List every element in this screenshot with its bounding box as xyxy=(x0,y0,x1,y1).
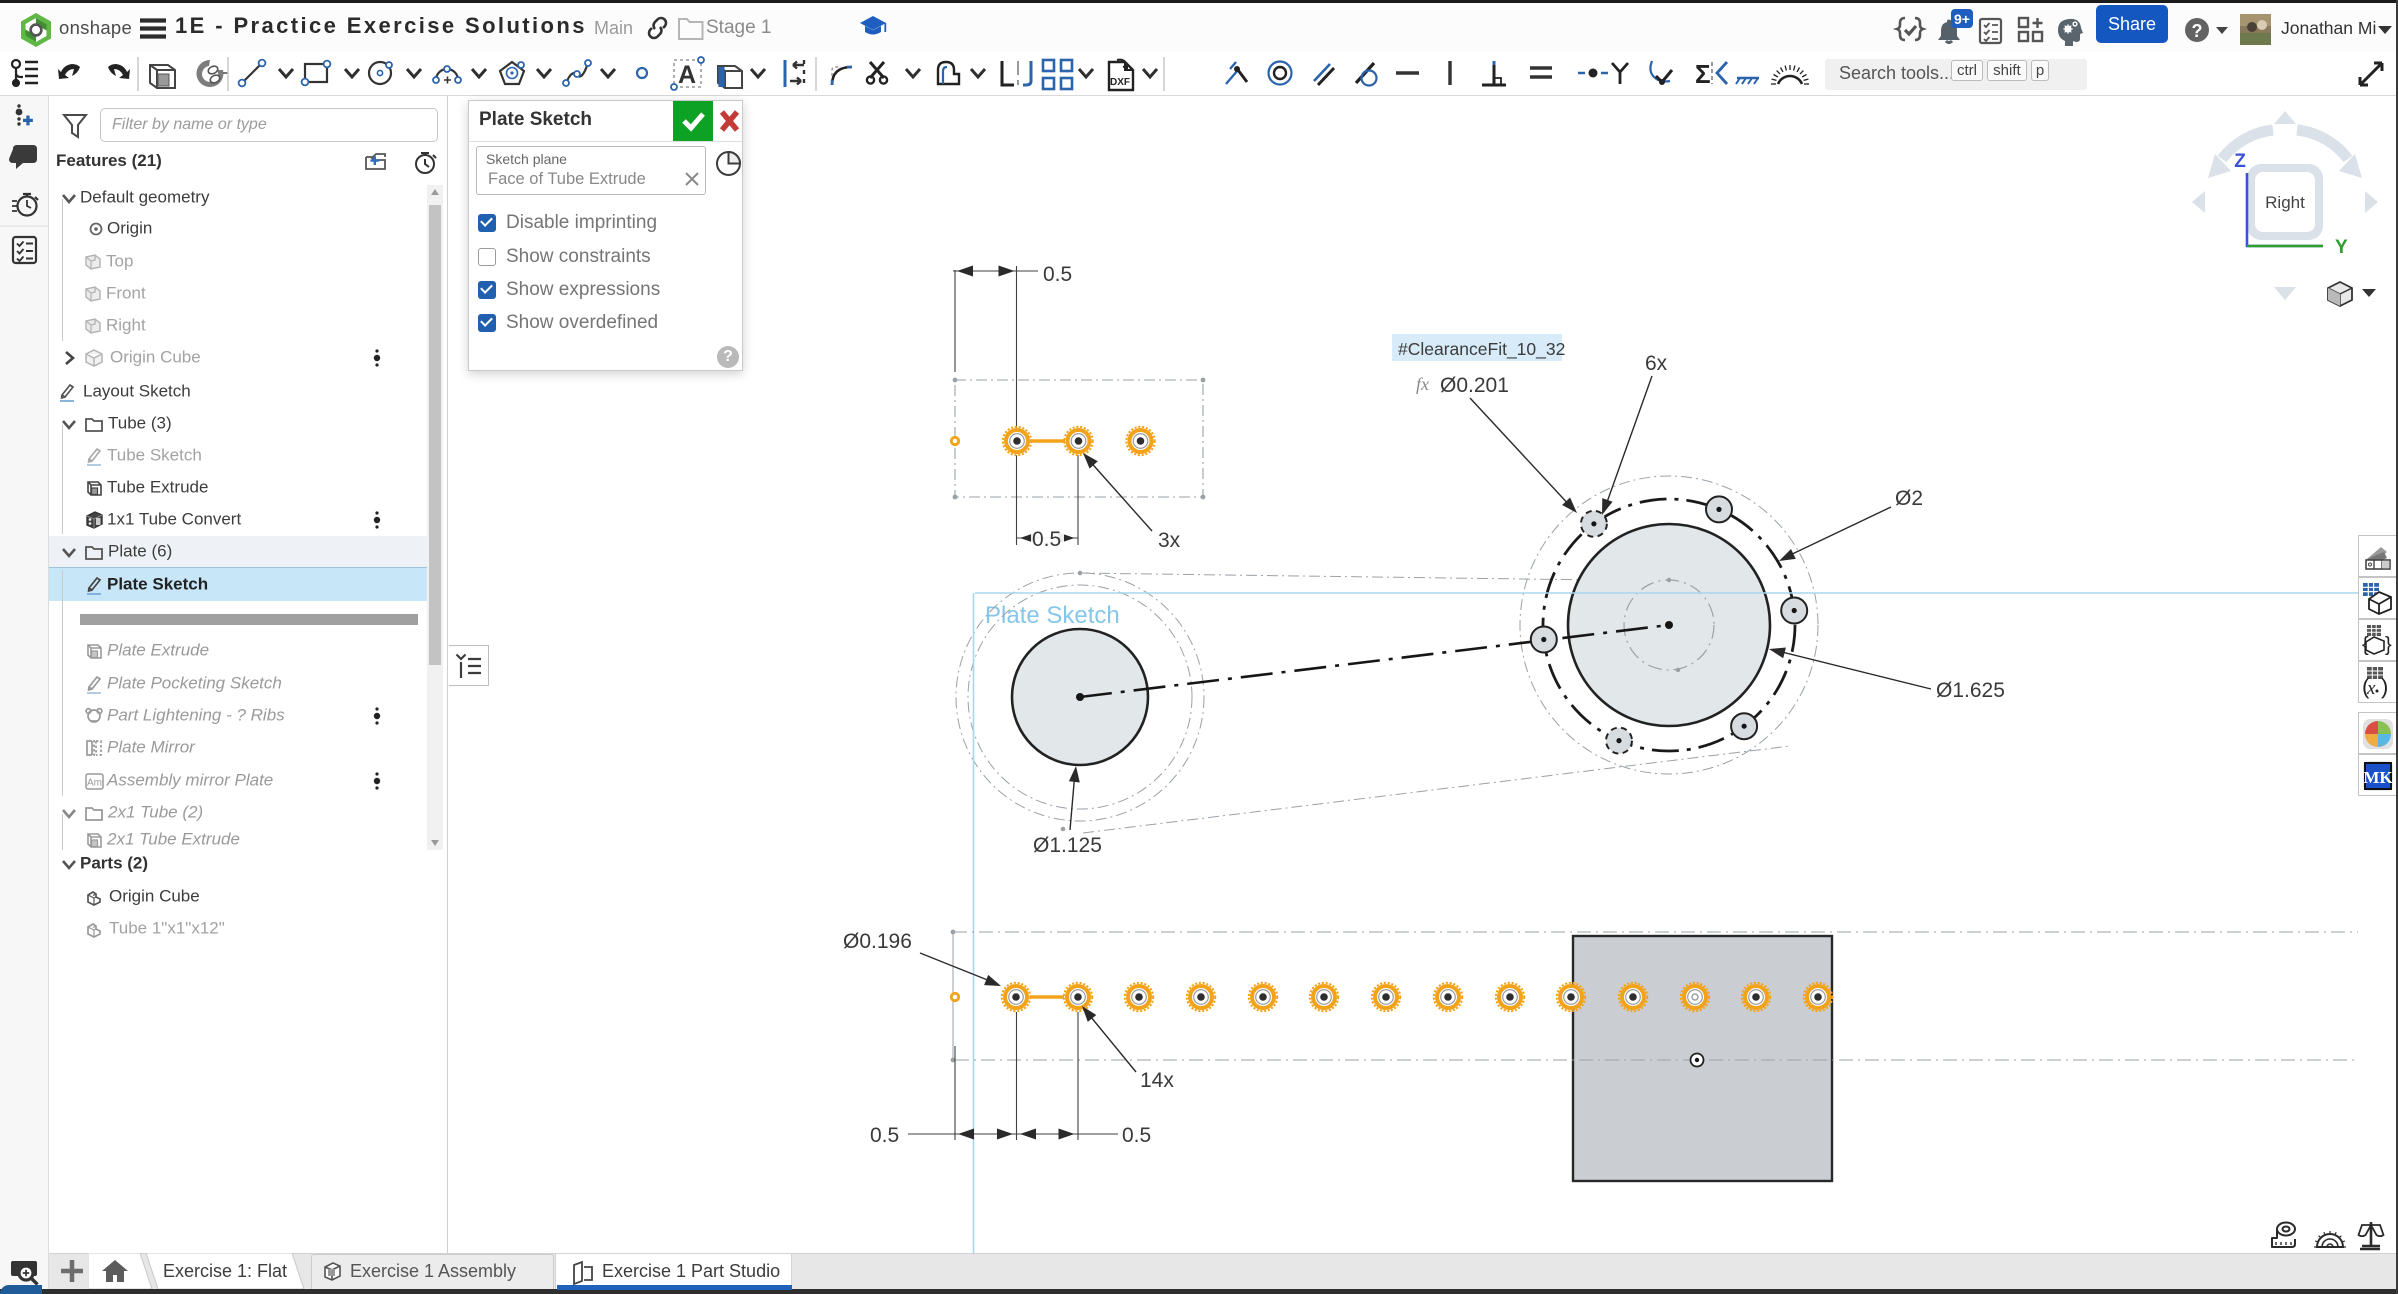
svg-text:0.5: 0.5 xyxy=(1043,263,1072,286)
svg-text:{: { xyxy=(2362,634,2369,656)
svg-text:fx: fx xyxy=(1416,374,1429,394)
svg-text:3x: 3x xyxy=(1158,529,1181,552)
svg-text:#ClearanceFit_10_32: #ClearanceFit_10_32 xyxy=(1398,339,1565,360)
svg-text:0.5: 0.5 xyxy=(1032,528,1061,551)
svg-text:Ø1.625: Ø1.625 xyxy=(1936,679,2005,702)
svg-text:Ø1.125: Ø1.125 xyxy=(1033,834,1102,857)
svg-text:0.5: 0.5 xyxy=(870,1124,899,1147)
svg-text:MK: MK xyxy=(2363,768,2393,787)
svg-text:Ø0.201: Ø0.201 xyxy=(1440,374,1509,397)
svg-text:Plate Sketch: Plate Sketch xyxy=(985,602,1120,629)
svg-text:Ø2: Ø2 xyxy=(1895,487,1923,510)
svg-text:Y: Y xyxy=(2335,237,2348,258)
svg-text:}: } xyxy=(2385,634,2392,656)
svg-text:Z: Z xyxy=(2234,151,2246,172)
svg-text:Ø0.196: Ø0.196 xyxy=(843,930,912,953)
svg-text:Right: Right xyxy=(2265,193,2305,212)
svg-text:6x: 6x xyxy=(1645,352,1668,375)
svg-text:0.5: 0.5 xyxy=(1122,1124,1151,1147)
svg-text:): ) xyxy=(2381,674,2388,699)
svg-text:14x: 14x xyxy=(1140,1069,1174,1092)
svg-text:x: x xyxy=(2366,678,2376,699)
